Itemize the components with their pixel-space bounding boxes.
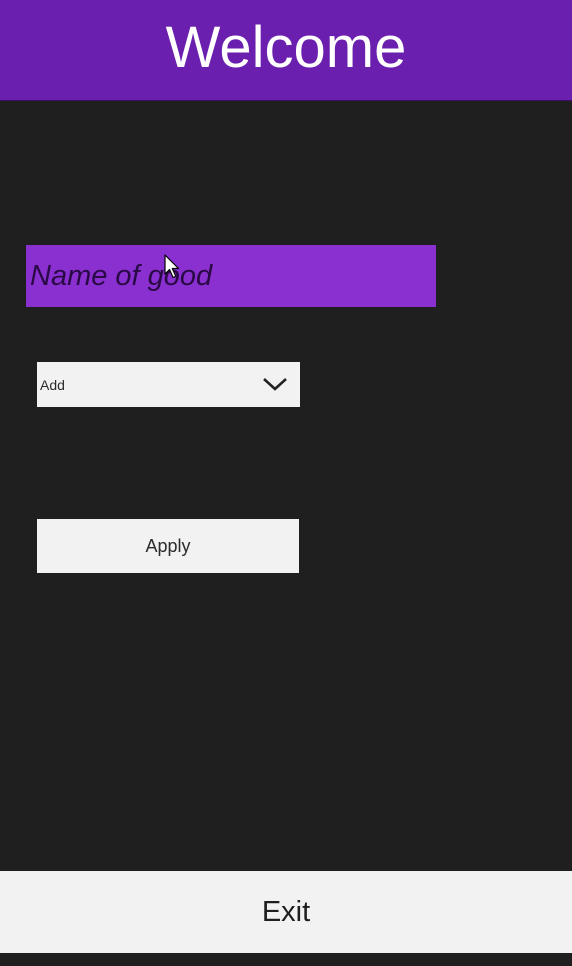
action-dropdown-value: Add [40, 376, 65, 393]
name-of-good-input[interactable] [26, 245, 436, 307]
action-dropdown[interactable]: Add [37, 362, 300, 407]
apply-button[interactable]: Apply [37, 519, 299, 573]
app-window: Welcome Add Apply Exit [0, 0, 572, 966]
header-bar: Welcome [0, 0, 572, 101]
page-title: Welcome [165, 15, 407, 80]
chevron-down-icon [263, 378, 287, 391]
exit-button[interactable]: Exit [0, 871, 572, 953]
